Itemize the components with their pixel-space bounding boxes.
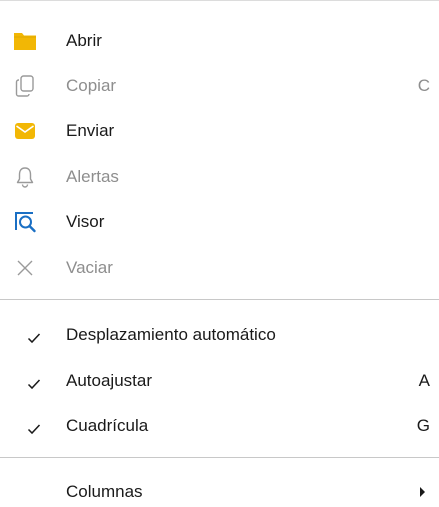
menu-item-shortcut: C [417, 76, 430, 95]
menu-item-alertas[interactable]: Alertas [0, 155, 439, 199]
menu-item-copiar[interactable]: Copiar C [0, 64, 439, 108]
folder-icon [13, 29, 37, 53]
menu-item-label: Desplazamiento automático [66, 325, 276, 344]
menu-item-columnas[interactable]: Columnas [0, 470, 439, 507]
menu-item-label: Vaciar [66, 258, 113, 277]
magnifier-icon [13, 210, 37, 234]
menu-item-enviar[interactable]: Enviar [0, 109, 439, 153]
close-icon [13, 256, 37, 280]
checkmark-icon [27, 375, 41, 390]
menu-item-visor[interactable]: Visor [0, 200, 439, 244]
menu-item-label: Abrir [66, 31, 102, 50]
menu-item-vaciar[interactable]: Vaciar [0, 246, 439, 290]
menu-item-label: Visor [66, 212, 105, 231]
menu-item-abrir[interactable]: Abrir [0, 19, 439, 63]
menu-item-label: Cuadrícula [66, 416, 149, 435]
menu-item-autoajustar[interactable]: Autoajustar A [0, 359, 439, 403]
checkmark-icon [27, 329, 41, 344]
mail-icon [13, 119, 37, 143]
menu-item-label: Enviar [66, 121, 115, 140]
context-menu: Abrir Copiar C Enviar Alertas Visor Vaci… [0, 0, 439, 507]
menu-item-cuadricula[interactable]: Cuadrícula G [0, 404, 439, 448]
bell-icon [13, 165, 37, 189]
menu-separator [0, 299, 439, 300]
menu-item-shortcut: A [418, 371, 430, 390]
menu-item-label: Columnas [66, 482, 143, 501]
menu-item-desplazamiento-automatico[interactable]: Desplazamiento automático [0, 313, 439, 357]
menu-item-label: Alertas [66, 167, 119, 186]
menu-item-shortcut: G [416, 416, 430, 435]
copy-icon [13, 74, 37, 98]
menu-separator [0, 457, 439, 458]
menu-item-label: Copiar [66, 76, 117, 95]
menu-item-label: Autoajustar [66, 371, 152, 390]
checkmark-icon [27, 420, 41, 435]
submenu-arrow-icon [420, 487, 425, 497]
